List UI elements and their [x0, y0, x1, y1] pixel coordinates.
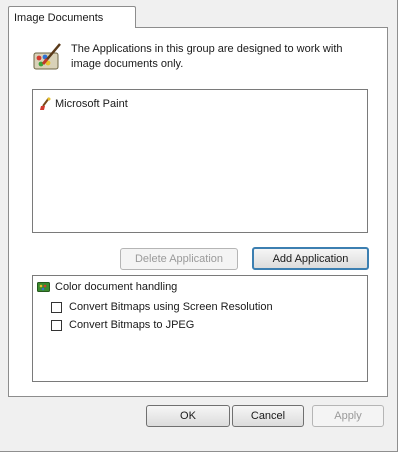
paint-palette-brush-icon — [33, 43, 61, 70]
paint-brush-icon — [40, 97, 51, 110]
add-application-button[interactable]: Add Application — [252, 247, 369, 270]
tab-image-documents[interactable]: Image Documents — [8, 6, 136, 28]
convert-screen-resolution-checkbox[interactable] — [51, 301, 62, 313]
cancel-label: Cancel — [250, 410, 286, 422]
color-palette-icon — [37, 282, 50, 292]
color-handling-header: Color document handling — [37, 281, 177, 293]
convert-jpeg-checkbox[interactable] — [51, 319, 62, 331]
group-description: The Applications in this group are desig… — [71, 43, 343, 70]
cancel-button[interactable]: Cancel — [232, 405, 304, 427]
properties-dialog: Image Documents The Applications in this… — [0, 0, 398, 452]
add-application-label: Add Application — [272, 252, 349, 265]
delete-application-label: Delete Application — [134, 253, 224, 265]
convert-screen-resolution-label: Convert Bitmaps using Screen Resolution — [69, 301, 273, 313]
ok-button[interactable]: OK — [146, 405, 230, 427]
options-box: Color document handling Convert Bitmaps … — [32, 275, 368, 382]
applications-list[interactable]: Microsoft Paint — [32, 89, 368, 233]
convert-jpeg-option[interactable]: Convert Bitmaps to JPEG — [51, 319, 194, 331]
apply-label: Apply — [334, 410, 362, 422]
ok-label: OK — [180, 410, 196, 422]
tab-label: Image Documents — [14, 11, 104, 24]
tab-panel: The Applications in this group are desig… — [8, 27, 388, 397]
list-item-label: Microsoft Paint — [55, 98, 128, 110]
delete-application-button[interactable]: Delete Application — [120, 248, 238, 270]
color-handling-label: Color document handling — [55, 281, 178, 293]
apply-button[interactable]: Apply — [312, 405, 384, 427]
list-item-microsoft-paint[interactable]: Microsoft Paint — [39, 97, 128, 111]
convert-jpeg-label: Convert Bitmaps to JPEG — [69, 319, 195, 331]
convert-screen-resolution-option[interactable]: Convert Bitmaps using Screen Resolution — [51, 301, 273, 313]
